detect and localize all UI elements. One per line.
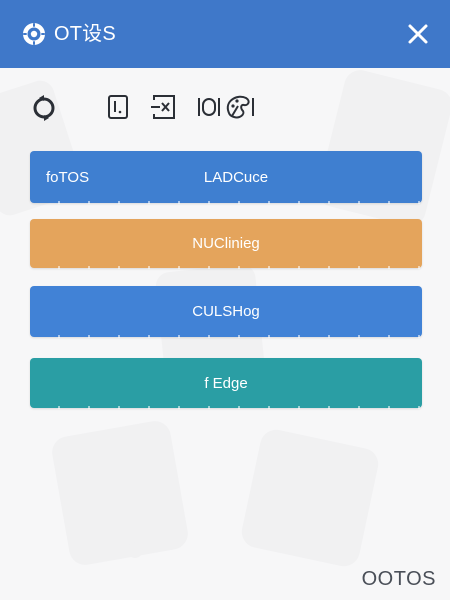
action-button-2[interactable]: NUClinieg: [30, 219, 422, 269]
palette-icon[interactable]: [224, 92, 256, 122]
footer-label: OOTOS: [361, 568, 436, 590]
close-box-icon[interactable]: [150, 92, 178, 122]
action-button-1[interactable]: foTOS LADCuce: [30, 151, 422, 204]
button-4-divider: [30, 406, 422, 409]
button-1-divider: [30, 201, 422, 204]
button-3-divider: [30, 335, 422, 338]
title-bar: OT设S: [0, 0, 450, 68]
button-4-label: f Edge: [204, 374, 248, 392]
button-1-left-label: foTOS: [46, 168, 90, 186]
action-button-4[interactable]: f Edge: [30, 358, 422, 409]
close-icon[interactable]: [404, 20, 432, 48]
gear-ring-icon: [23, 23, 45, 45]
button-2-label: NUClinieg: [192, 235, 260, 252]
button-3-label: CULSHog: [192, 303, 260, 320]
button-1-label: LADCuce: [203, 168, 269, 186]
refresh-ring-icon[interactable]: [30, 92, 58, 122]
toolbar: [0, 92, 450, 124]
text-frame-icon[interactable]: [107, 92, 131, 122]
button-2-divider: [30, 266, 422, 269]
action-button-3[interactable]: CULSHog: [30, 286, 422, 338]
pill-frame-icon[interactable]: [196, 92, 222, 122]
window-title: OT设S: [54, 23, 116, 45]
